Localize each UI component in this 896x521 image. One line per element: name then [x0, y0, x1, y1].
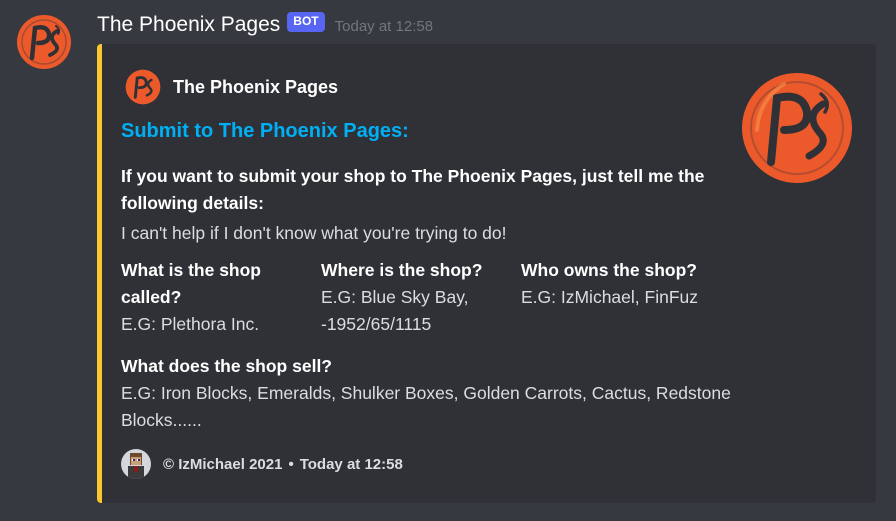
field-name: Who owns the shop?: [521, 260, 697, 280]
footer-timestamp: Today at 12:58: [299, 455, 403, 473]
chat-message: The Phoenix Pages BOT Today at 12:58 The…: [0, 0, 896, 521]
footer-copyright: © IzMichael 2021: [163, 455, 283, 473]
field-value: E.G: IzMichael, FinFuz: [521, 287, 698, 307]
message-timestamp[interactable]: Today at 12:58: [335, 18, 433, 35]
phoenix-logo-icon[interactable]: [739, 70, 855, 186]
field-name: Where is the shop?: [321, 260, 483, 280]
author-username[interactable]: The Phoenix Pages: [97, 13, 280, 37]
phoenix-logo-icon: [125, 69, 161, 105]
field-value: E.G: Plethora Inc.: [121, 314, 260, 334]
footer-text: © IzMichael 2021 • Today at 12:58: [163, 456, 403, 473]
embed-author-name: The Phoenix Pages: [173, 76, 339, 97]
embed-title[interactable]: Submit to The Phoenix Pages:: [121, 120, 409, 143]
footer-separator: •: [288, 455, 294, 473]
embed-field: What is the shop called? E.G: Plethora I…: [121, 257, 311, 338]
field-value: E.G: Blue Sky Bay, -1952/65/1115: [321, 287, 469, 334]
field-value: E.G: Iron Blocks, Emeralds, Shulker Boxe…: [121, 383, 731, 430]
field-name: What is the shop called?: [121, 260, 261, 307]
embed-field: Where is the shop? E.G: Blue Sky Bay, -1…: [321, 257, 511, 338]
message-header: The Phoenix Pages BOT Today at 12:58: [97, 10, 433, 40]
embed-description: I can't help if I don't know what you're…: [121, 223, 507, 243]
embed-field: Who owns the shop? E.G: IzMichael, FinFu…: [521, 257, 731, 311]
bot-badge: BOT: [287, 12, 325, 32]
rich-embed: The Phoenix Pages Submit to The Phoenix …: [97, 44, 876, 503]
field-name: What does the shop sell?: [121, 356, 332, 376]
embed-footer: © IzMichael 2021 • Today at 12:58: [121, 449, 403, 479]
phoenix-logo-icon[interactable]: [16, 14, 72, 70]
embed-field: What does the shop sell? E.G: Iron Block…: [121, 353, 741, 434]
embed-description-bold: If you want to submit your shop to The P…: [121, 166, 705, 213]
minecraft-skin-avatar-icon: [121, 449, 151, 479]
embed-author: The Phoenix Pages: [125, 69, 338, 105]
